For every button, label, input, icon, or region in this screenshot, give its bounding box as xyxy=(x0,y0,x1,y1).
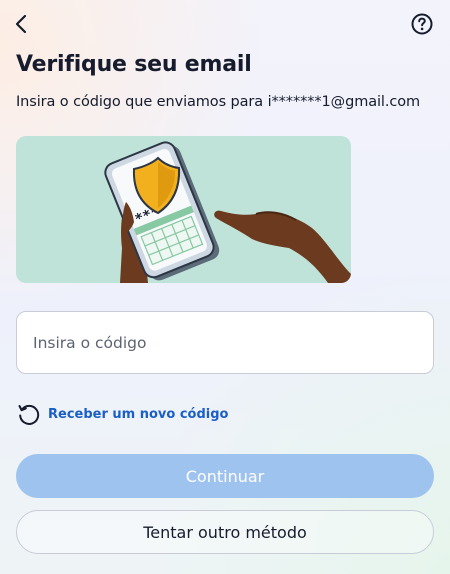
page-title: Verifique seu email xyxy=(16,52,252,77)
resend-code-label: Receber um novo código xyxy=(48,406,229,422)
resend-code-link[interactable]: Receber um novo código xyxy=(16,400,229,428)
chevron-left-icon xyxy=(15,14,27,34)
back-button[interactable] xyxy=(8,10,34,38)
refresh-icon xyxy=(18,404,40,425)
question-circle-icon xyxy=(411,13,433,35)
continue-button[interactable]: Continuar xyxy=(16,454,434,498)
help-button[interactable] xyxy=(410,12,434,36)
top-bar xyxy=(0,0,450,48)
phone-with-shield-and-password-illustration: **** xyxy=(104,141,351,283)
page-subtitle: Insira o código que enviamos para i*****… xyxy=(16,94,421,110)
verification-code-input[interactable] xyxy=(16,311,434,374)
verification-illustration: **** xyxy=(16,136,351,283)
try-another-method-button[interactable]: Tentar outro método xyxy=(16,510,434,554)
